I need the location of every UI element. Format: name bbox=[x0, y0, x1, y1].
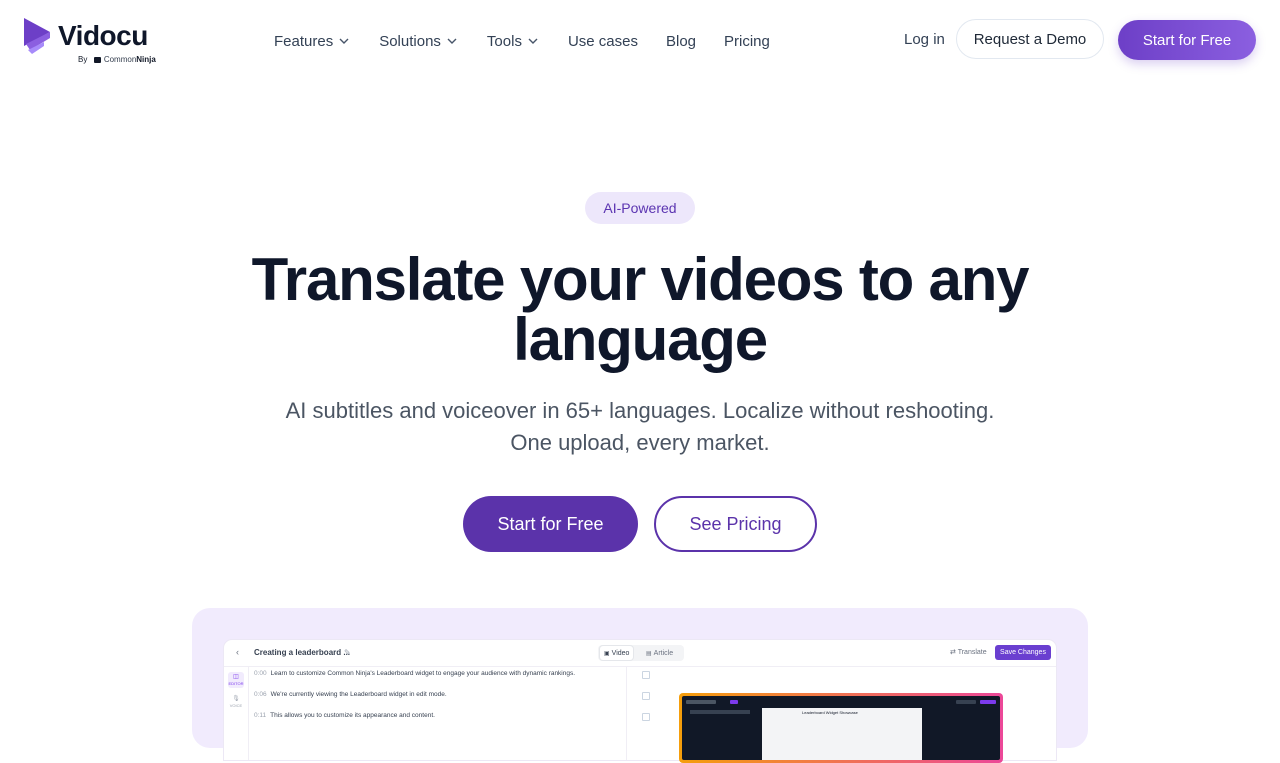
document-icon: ▤ bbox=[646, 650, 652, 657]
video-topbar bbox=[686, 699, 996, 705]
vidocu-logo[interactable]: Vidocu By CommonNinja bbox=[24, 18, 164, 66]
chevron-down-icon bbox=[447, 38, 457, 44]
byline-prefix: By bbox=[78, 55, 88, 64]
chevron-down-icon bbox=[528, 38, 538, 44]
video-bar-segment bbox=[686, 700, 716, 704]
tab-label: Video bbox=[611, 649, 630, 657]
nav-label: Solutions bbox=[379, 32, 441, 50]
layers-icon: ◫ bbox=[233, 674, 239, 680]
headline-line-2: language bbox=[513, 306, 768, 373]
video-canvas: Leaderboard Widget Showcase bbox=[762, 708, 922, 760]
checkbox-icon bbox=[642, 671, 650, 679]
preview-toolbar: ‹ Creating a leaderboard ... ✎ ▣ Video ▤… bbox=[224, 640, 1056, 667]
side-label: VOICE bbox=[229, 703, 243, 708]
nav-label: Pricing bbox=[724, 32, 770, 50]
preview-save-button: Save Changes bbox=[995, 645, 1051, 660]
nav-item-solutions[interactable]: Solutions bbox=[379, 30, 457, 52]
video-bar-segment bbox=[730, 700, 738, 704]
preview-title: Creating a leaderboard ... bbox=[254, 648, 351, 657]
translate-icon: ⇄ bbox=[950, 649, 956, 656]
video-screen: Leaderboard Widget Showcase bbox=[682, 696, 1000, 760]
subtitle-line-1: AI subtitles and voiceover in 65+ langua… bbox=[285, 398, 995, 423]
tab-label: Article bbox=[653, 649, 674, 657]
transcript-text: This allows you to customize its appeara… bbox=[270, 712, 435, 719]
side-label: EDITOR bbox=[228, 681, 244, 686]
byline-company-b: Ninja bbox=[136, 55, 156, 64]
translate-label: Translate bbox=[957, 649, 987, 656]
preview-sidebar: ◫ EDITOR 🎙 VOICE bbox=[224, 667, 249, 760]
preview-translate: ⇄ Translate bbox=[950, 648, 987, 656]
transcript-text: Learn to customize Common Ninja's Leader… bbox=[270, 670, 576, 677]
preview-transcript: 0:00 Learn to customize Common Ninja's Le… bbox=[254, 670, 650, 733]
nav-item-pricing[interactable]: Pricing bbox=[724, 30, 770, 52]
microphone-icon: 🎙 bbox=[232, 696, 240, 702]
nav-item-use-cases[interactable]: Use cases bbox=[568, 30, 638, 52]
transcript-time: 0:06 bbox=[254, 691, 267, 698]
pencil-icon: ✎ bbox=[344, 648, 351, 657]
transcript-line: 0:11 This allows you to customize its app… bbox=[254, 712, 650, 733]
video-camera-icon: ▣ bbox=[604, 650, 610, 657]
nav-label: Tools bbox=[486, 32, 522, 50]
common-ninja-icon bbox=[93, 56, 101, 63]
preview-divider bbox=[626, 667, 627, 760]
video-caption: Leaderboard Widget Showcase bbox=[802, 710, 858, 715]
headline-line-1: Translate your videos to any bbox=[251, 246, 1030, 313]
video-bar-segment bbox=[980, 700, 996, 704]
preview-tabs: ▣ Video ▤ Article bbox=[598, 645, 684, 661]
preview-side-editor: ◫ EDITOR bbox=[228, 672, 244, 688]
video-bar-segment bbox=[956, 700, 976, 704]
login-link[interactable]: Log in bbox=[904, 31, 945, 48]
hero-headline: Translate your videos to any language bbox=[200, 250, 1080, 370]
preview-side-voice: 🎙 VOICE bbox=[228, 694, 244, 710]
transcript-line: 0:00 Learn to customize Common Ninja's Le… bbox=[254, 670, 650, 691]
product-preview-app: ‹ Creating a leaderboard ... ✎ ▣ Video ▤… bbox=[224, 640, 1056, 763]
see-pricing-button[interactable]: See Pricing bbox=[654, 496, 817, 552]
main-nav: Features Solutions Tools Use cases Blog … bbox=[274, 30, 770, 52]
nav-label: Blog bbox=[665, 32, 697, 50]
logo-byline: By CommonNinja bbox=[78, 55, 156, 64]
request-demo-button[interactable]: Request a Demo bbox=[956, 19, 1104, 59]
logo-wordmark: Vidocu bbox=[58, 20, 148, 51]
nav-label: Features bbox=[274, 32, 334, 50]
start-free-header-button[interactable]: Start for Free bbox=[1118, 20, 1256, 60]
start-free-button[interactable]: Start for Free bbox=[463, 496, 638, 552]
preview-video-thumbnail: Leaderboard Widget Showcase bbox=[679, 693, 1003, 763]
chevron-down-icon bbox=[339, 38, 349, 44]
transcript-time: 0:11 bbox=[254, 712, 267, 719]
nav-item-blog[interactable]: Blog bbox=[666, 30, 696, 52]
ai-powered-badge: AI-Powered bbox=[585, 192, 695, 224]
transcript-time: 0:00 bbox=[254, 670, 267, 677]
nav-item-features[interactable]: Features bbox=[274, 30, 349, 52]
video-sidebar-line bbox=[690, 710, 750, 714]
play-logo-icon bbox=[24, 18, 50, 54]
back-arrow-icon: ‹ bbox=[236, 647, 239, 657]
tab-article: ▤ Article bbox=[646, 648, 673, 658]
nav-item-tools[interactable]: Tools bbox=[487, 30, 538, 52]
transcript-line: 0:06 We're currently viewing the Leaderbo… bbox=[254, 691, 650, 712]
transcript-text: We're currently viewing the Leaderboard … bbox=[270, 691, 447, 698]
nav-label: Use cases bbox=[567, 32, 638, 50]
tab-video: ▣ Video bbox=[600, 646, 634, 660]
subtitle-line-2: One upload, every market. bbox=[510, 430, 770, 455]
byline-company-a: Common bbox=[103, 55, 137, 64]
checkbox-icon bbox=[642, 692, 650, 700]
hero-subtitle: AI subtitles and voiceover in 65+ langua… bbox=[240, 395, 1040, 459]
